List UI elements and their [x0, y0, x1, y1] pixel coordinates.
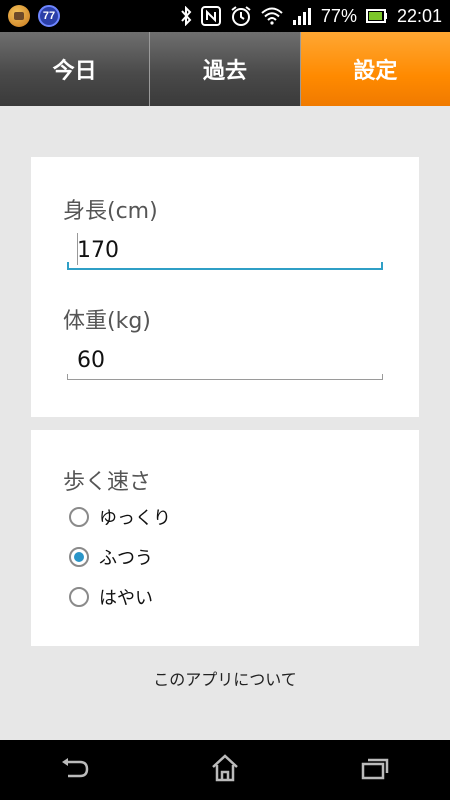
- radio-option-fast[interactable]: はやい: [69, 584, 153, 610]
- wifi-icon: [261, 7, 283, 25]
- radio-button[interactable]: [69, 507, 89, 527]
- status-bar-notifications: 77: [8, 5, 60, 27]
- alarm-icon: [230, 5, 252, 27]
- battery-percent: 77%: [320, 5, 357, 26]
- weight-input-underline: [67, 374, 383, 380]
- battery-icon: [365, 8, 388, 24]
- walking-speed-title: 歩く速さ: [63, 470, 152, 495]
- radio-button[interactable]: [69, 587, 89, 607]
- app-notification-icon: [8, 5, 30, 27]
- weight-label: 体重(kg): [63, 309, 151, 334]
- status-bar: 77 77% 22:01: [0, 0, 450, 32]
- navigation-bar: [0, 740, 450, 800]
- tab-today[interactable]: 今日: [0, 32, 151, 106]
- radio-option-normal[interactable]: ふつう: [69, 544, 153, 570]
- radio-option-slow[interactable]: ゆっくり: [69, 504, 171, 530]
- home-icon: [210, 754, 240, 786]
- notification-badge: 77: [38, 5, 60, 27]
- height-label: 身長(cm): [63, 199, 158, 224]
- signal-icon: [292, 7, 312, 25]
- bluetooth-icon: [180, 6, 192, 26]
- back-icon: [60, 757, 90, 783]
- tab-settings[interactable]: 設定: [300, 32, 450, 106]
- walking-speed-card: 歩く速さ ゆっくり ふつう はやい: [31, 430, 419, 646]
- weight-input[interactable]: [67, 345, 383, 375]
- tab-bar: 今日 過去 設定: [0, 32, 450, 106]
- height-input-underline: [67, 262, 383, 270]
- body-profile-card: 身長(cm) 体重(kg): [31, 157, 419, 417]
- nfc-icon: [200, 6, 221, 26]
- status-bar-system: 77% 22:01: [180, 0, 442, 32]
- radio-label: ゆっくり: [99, 508, 171, 529]
- recent-apps-icon: [360, 756, 390, 784]
- radio-button-selected[interactable]: [69, 547, 89, 567]
- home-button[interactable]: [195, 750, 255, 790]
- radio-label: ふつう: [99, 548, 153, 569]
- about-app-link[interactable]: このアプリについて: [0, 666, 450, 690]
- back-button[interactable]: [45, 750, 105, 790]
- radio-label: はやい: [99, 588, 153, 609]
- tab-history[interactable]: 過去: [150, 32, 301, 106]
- clock: 22:01: [396, 5, 442, 26]
- height-input[interactable]: [67, 235, 383, 265]
- recent-apps-button[interactable]: [345, 750, 405, 790]
